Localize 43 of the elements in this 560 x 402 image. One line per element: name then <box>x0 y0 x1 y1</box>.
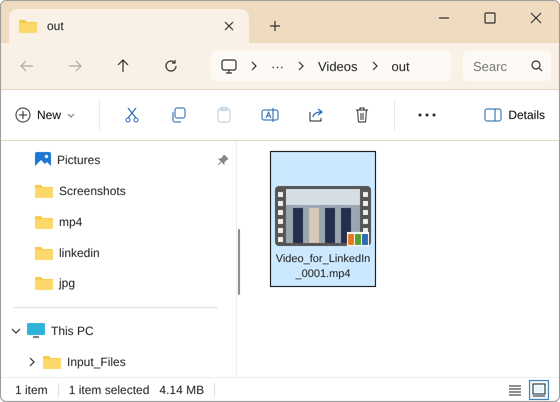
tree-item[interactable]: Input_Files <box>67 354 228 369</box>
sidebar-item[interactable]: mp4 <box>59 214 228 229</box>
sidebar-item[interactable]: Pictures <box>57 153 212 168</box>
plus-circle-icon <box>15 107 31 123</box>
selection-size: 4.14 MB <box>159 382 204 396</box>
folder-icon <box>35 184 53 198</box>
sidebar-item[interactable]: jpg <box>59 276 228 290</box>
search-icon <box>531 60 543 72</box>
large-icons-view-button[interactable] <box>529 380 549 400</box>
file-name: Video_for_LinkedIn_0001.mp4 <box>274 252 372 282</box>
list-icon <box>508 384 522 396</box>
folder-icon <box>35 214 53 229</box>
large-icons-icon <box>532 382 546 396</box>
new-button[interactable]: New <box>9 103 82 127</box>
folder-icon <box>35 276 53 290</box>
chevron-down-icon[interactable] <box>11 326 21 336</box>
computer-icon <box>221 58 237 74</box>
chevron-right-icon <box>251 61 257 71</box>
tree-item[interactable]: This PC <box>51 324 228 338</box>
folder-icon <box>35 246 53 260</box>
breadcrumb[interactable]: ··· <box>271 58 284 74</box>
search-field[interactable]: Searc <box>463 51 551 81</box>
details-button[interactable]: Details <box>478 104 551 126</box>
address-bar[interactable]: ··· Videos out <box>211 51 451 81</box>
chevron-right-icon <box>372 61 378 71</box>
monitor-icon <box>27 322 45 339</box>
folder-icon <box>43 354 61 369</box>
details-pane-icon <box>484 108 502 122</box>
pictures-icon <box>35 152 51 168</box>
item-count: 1 item <box>15 382 48 396</box>
folder-icon <box>19 19 37 33</box>
file-item[interactable]: Video_for_LinkedIn_0001.mp4 <box>270 151 376 287</box>
caret-icon <box>67 112 76 118</box>
sidebar-item[interactable]: Screenshots <box>59 184 228 198</box>
scrollbar-thumb[interactable] <box>238 229 240 295</box>
selection-count: 1 item selected <box>68 382 150 396</box>
tab[interactable]: out <box>9 9 249 43</box>
breadcrumb[interactable]: Videos <box>318 58 358 74</box>
chevron-right-icon <box>298 61 304 71</box>
chevron-right-icon[interactable] <box>27 356 37 367</box>
sidebar-item[interactable]: linkedin <box>59 246 228 260</box>
breadcrumb[interactable]: out <box>392 58 410 74</box>
search-input[interactable]: Searc <box>471 58 521 74</box>
